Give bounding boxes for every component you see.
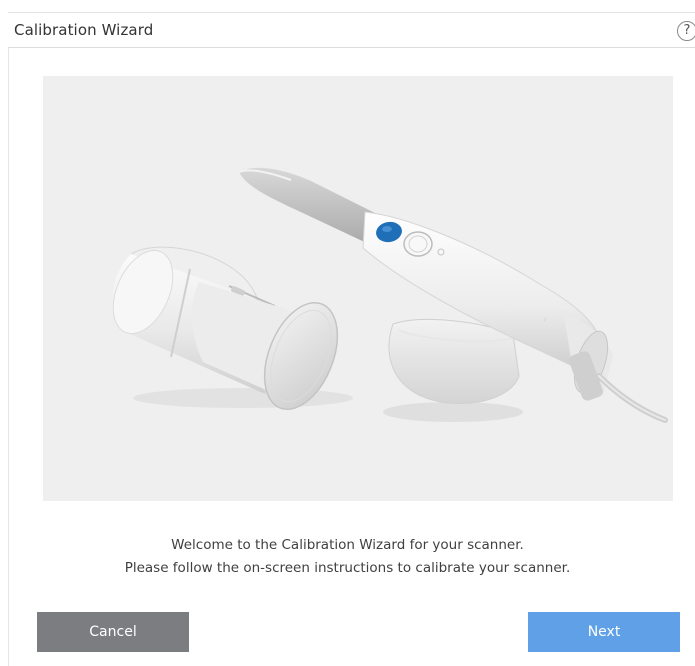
help-button[interactable]: ?: [677, 21, 695, 41]
welcome-message: Welcome to the Calibration Wizard for yo…: [20, 534, 675, 580]
scanner-cradle: [383, 318, 523, 422]
scanner-illustration: —: [43, 76, 673, 501]
next-button[interactable]: Next: [528, 612, 680, 652]
dialog-title: Calibration Wizard: [14, 21, 154, 39]
dialog-left-border: [8, 48, 9, 666]
title-bar: Calibration Wizard ?: [8, 12, 695, 48]
calibration-wizard-dialog: Calibration Wizard ? — Welcome to the Ca…: [0, 0, 695, 666]
cancel-button[interactable]: Cancel: [37, 612, 189, 652]
scanner-image: —: [112, 167, 668, 423]
welcome-line-1: Welcome to the Calibration Wizard for yo…: [171, 537, 524, 553]
welcome-line-2: Please follow the on-screen instructions…: [124, 560, 571, 576]
calibration-tool: [112, 246, 353, 411]
